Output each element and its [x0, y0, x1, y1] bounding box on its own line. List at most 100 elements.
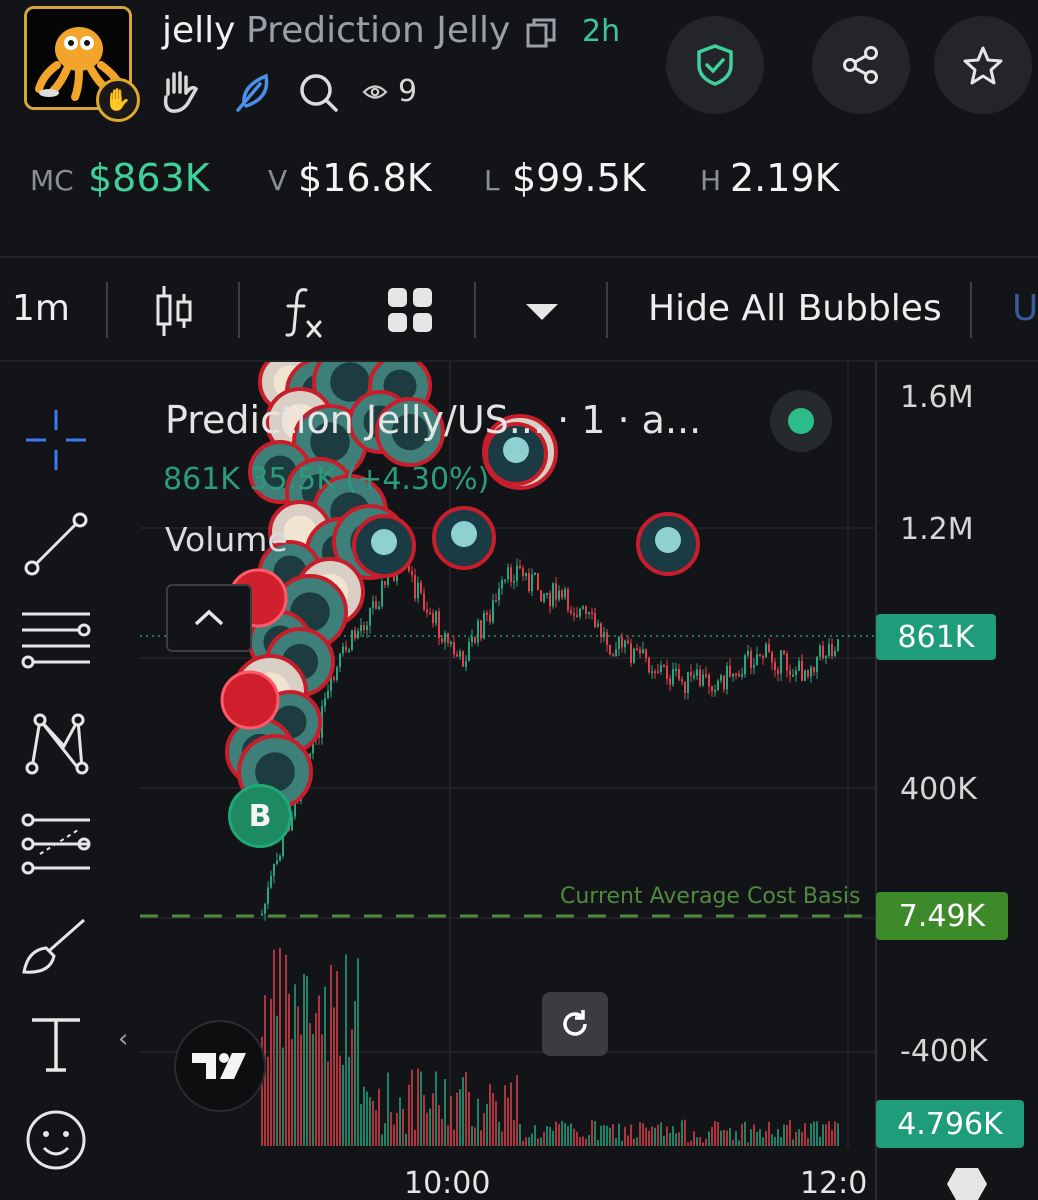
- toolbar-overflow-item[interactable]: U: [1012, 288, 1038, 329]
- candle-body: [714, 690, 716, 693]
- candle-body: [579, 608, 581, 617]
- cost-basis-label: Current Average Cost Basis: [560, 884, 861, 909]
- layout-grid-icon[interactable]: [386, 286, 434, 334]
- star-icon: [963, 46, 1003, 85]
- candles-icon[interactable]: [152, 282, 196, 340]
- volume-bar: [642, 1123, 644, 1146]
- indicators-fx-icon[interactable]: [282, 282, 326, 340]
- volume-bar: [495, 1101, 497, 1146]
- volume-bar: [444, 1078, 446, 1146]
- candle-body: [573, 613, 575, 616]
- volume-bar: [600, 1125, 602, 1146]
- volume-bar: [435, 1071, 437, 1146]
- volume-bar: [312, 1033, 314, 1146]
- reset-chart-button[interactable]: [542, 992, 608, 1056]
- feather-icon[interactable]: [230, 70, 276, 116]
- hand-icon[interactable]: [158, 68, 204, 114]
- candle-body: [702, 674, 704, 686]
- collapse-legend-button[interactable]: [166, 584, 252, 652]
- candle-body: [795, 670, 797, 675]
- token-age: 2h: [582, 14, 621, 49]
- volume-bar: [771, 1134, 773, 1146]
- volume-bar: [717, 1122, 719, 1146]
- volume-bar: [663, 1135, 665, 1146]
- volume-bar: [441, 1118, 443, 1146]
- volume-bar: [753, 1124, 755, 1146]
- volume-bar: [696, 1137, 698, 1146]
- candle-body: [342, 646, 344, 654]
- volume-bar: [411, 1069, 413, 1146]
- candle-body: [798, 660, 800, 671]
- volume-bar: [324, 986, 326, 1146]
- candle-body: [696, 669, 698, 676]
- candle-body: [780, 650, 782, 674]
- share-button[interactable]: [812, 16, 910, 114]
- volume-bar: [354, 1001, 356, 1146]
- volume-bar: [369, 1097, 371, 1146]
- candle-body: [549, 592, 551, 607]
- volume-bar: [693, 1131, 695, 1146]
- tv-mark: [192, 1053, 246, 1079]
- volume-bar: [537, 1138, 539, 1146]
- candle-body: [564, 589, 566, 598]
- holders-label: H: [700, 164, 722, 197]
- favorite-star-button[interactable]: [934, 16, 1032, 114]
- volume-bar: [555, 1121, 557, 1146]
- volume-bar: [309, 1023, 311, 1146]
- tradingview-logo-icon[interactable]: [174, 1020, 266, 1112]
- volume-bar: [822, 1124, 824, 1146]
- candle-body: [639, 649, 641, 654]
- candle-body: [741, 674, 743, 677]
- reset-icon: [563, 1010, 587, 1036]
- copy-icon[interactable]: [524, 16, 558, 50]
- candle-body: [264, 903, 266, 914]
- security-shield-button[interactable]: [666, 16, 764, 114]
- volume-bar: [333, 1007, 335, 1146]
- volume-bar: [357, 958, 359, 1146]
- candle-body: [489, 614, 491, 623]
- candle-body: [762, 656, 764, 659]
- volume-bar: [780, 1137, 782, 1146]
- volume-bar: [633, 1138, 635, 1146]
- watchers-count: 9: [398, 74, 418, 109]
- volume-bar: [306, 976, 308, 1146]
- volume-bar: [297, 1006, 299, 1146]
- volume-bar: [402, 1108, 404, 1146]
- price-chart[interactable]: [0, 362, 1038, 1200]
- hide-all-bubbles-button[interactable]: Hide All Bubbles: [648, 288, 942, 329]
- volume-bar: [582, 1136, 584, 1146]
- candle-body: [324, 698, 326, 707]
- volume-bar: [792, 1139, 794, 1146]
- volume-bar: [570, 1123, 572, 1146]
- buy-bubble[interactable]: B: [228, 784, 292, 848]
- candle-body: [657, 671, 659, 674]
- volume-bar: [705, 1138, 707, 1146]
- candle-body: [774, 662, 776, 671]
- caret-down-icon[interactable]: [522, 298, 562, 324]
- candle-body: [261, 913, 263, 916]
- candle-body: [327, 690, 329, 699]
- hexagon-icon[interactable]: [946, 1164, 988, 1200]
- y-axis-label: 400K: [900, 772, 977, 807]
- candle-body: [711, 686, 713, 692]
- candle-body: [417, 582, 419, 599]
- candle-body: [483, 612, 485, 639]
- y-axis-label: -400K: [900, 1034, 988, 1069]
- toolbar-divider: [238, 282, 240, 338]
- volume-bar: [423, 1095, 425, 1146]
- search-icon[interactable]: [296, 70, 340, 114]
- volume-bar: [492, 1092, 494, 1146]
- volume-bar: [825, 1124, 827, 1146]
- y-axis-label: 1.6M: [900, 380, 974, 415]
- volume-bar: [345, 954, 347, 1146]
- interval-button[interactable]: 1m: [12, 288, 70, 329]
- volume-bar: [453, 1129, 455, 1146]
- volume-bar: [627, 1135, 629, 1146]
- volume-bar: [549, 1127, 551, 1146]
- volume-bar: [831, 1130, 833, 1146]
- volume-bar: [615, 1137, 617, 1146]
- chart-symbol-title[interactable]: Prediction Jelly/US... · 1 · a...: [165, 398, 701, 442]
- volume-bar: [546, 1126, 548, 1146]
- volume-bar: [603, 1124, 605, 1146]
- candle-body: [366, 625, 368, 631]
